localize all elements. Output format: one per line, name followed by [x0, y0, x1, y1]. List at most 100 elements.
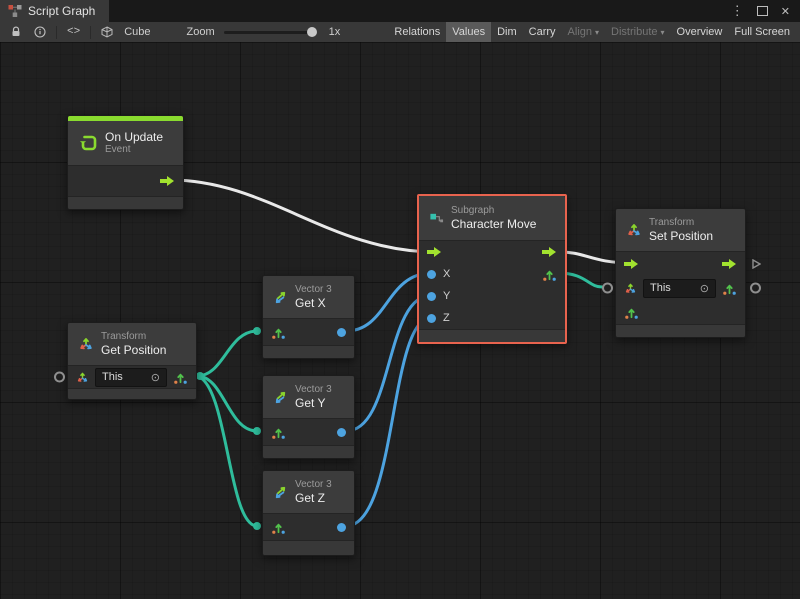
port-label-x: X [443, 268, 450, 280]
this-input-port[interactable] [602, 283, 613, 294]
node-type-label: Vector 3 [295, 479, 332, 491]
align-button[interactable]: Align▾ [562, 22, 605, 42]
flow-port-external[interactable] [751, 259, 761, 269]
node-footer [68, 197, 183, 209]
node-title: Set Position [649, 229, 713, 243]
carry-button[interactable]: Carry [523, 22, 562, 42]
node-title: Get Y [295, 396, 332, 410]
object-picker-icon[interactable]: ⊙ [151, 371, 160, 384]
y-input-port[interactable] [427, 292, 436, 301]
flow-output-port[interactable] [722, 258, 737, 270]
object-picker-icon[interactable]: ⊙ [700, 282, 709, 295]
zoom-value: 1x [324, 26, 346, 38]
vector3-input-port[interactable] [271, 325, 286, 340]
chevron-down-icon: ▾ [595, 28, 599, 37]
node-title: Get X [295, 296, 332, 310]
float-output-port[interactable] [337, 328, 346, 337]
wire-getposition-to-getx[interactable] [197, 331, 257, 376]
this-input-port[interactable] [54, 372, 65, 383]
node-set-position[interactable]: Transform Set Position [615, 208, 746, 338]
node-on-update[interactable]: On Update Event [67, 115, 184, 210]
node-type-label: Transform [649, 217, 713, 229]
node-title: On Update [105, 130, 163, 144]
node-get-y[interactable]: Vector 3 Get Y [262, 375, 355, 459]
vector3-icon [273, 290, 288, 305]
toolbar-separator [90, 26, 91, 39]
this-object-field[interactable]: This ⊙ [95, 368, 167, 387]
node-get-position[interactable]: Transform Get Position This [67, 322, 197, 400]
node-get-z[interactable]: Vector 3 Get Z [262, 470, 355, 556]
maximize-icon[interactable] [757, 6, 768, 16]
x-input-port[interactable] [427, 270, 436, 279]
target-object-label[interactable]: Cube [119, 26, 155, 38]
vector3-output-port[interactable] [173, 370, 188, 385]
window-tab-bar: Script Graph ⋮ ✕ [0, 0, 800, 22]
flow-input-port[interactable] [624, 258, 639, 270]
node-footer [419, 330, 565, 342]
info-icon[interactable] [28, 22, 52, 42]
lock-icon[interactable] [4, 22, 28, 42]
vector3-input-port[interactable] [271, 520, 286, 535]
node-title: Character Move [451, 217, 536, 231]
distribute-button[interactable]: Distribute▾ [605, 22, 670, 42]
wire-getposition-to-getz[interactable] [197, 376, 257, 526]
flow-output-port[interactable] [542, 246, 557, 258]
overview-button[interactable]: Overview [671, 22, 729, 42]
chevron-down-icon: ▾ [661, 28, 665, 37]
node-title: Get Position [101, 343, 166, 357]
z-input-port[interactable] [427, 314, 436, 323]
tab-script-graph[interactable]: Script Graph [0, 0, 109, 22]
value-port-external[interactable] [750, 283, 761, 294]
node-footer [263, 446, 354, 458]
vector3-icon [273, 485, 288, 500]
relations-button[interactable]: Relations [388, 22, 446, 42]
node-footer [263, 541, 354, 555]
node-footer [263, 346, 354, 358]
dim-button[interactable]: Dim [491, 22, 523, 42]
transform-output-port[interactable] [722, 281, 737, 296]
code-preview-icon[interactable]: <> [61, 22, 86, 42]
node-footer [68, 389, 196, 399]
port-label-z: Z [443, 312, 450, 324]
subgraph-icon [429, 211, 444, 226]
node-type-label: Vector 3 [295, 284, 332, 296]
script-graph-icon [8, 4, 22, 18]
float-output-port[interactable] [337, 428, 346, 437]
float-output-port[interactable] [337, 523, 346, 532]
vector3-output-port[interactable] [542, 267, 557, 282]
vector3-input-port[interactable] [271, 425, 286, 440]
node-character-move[interactable]: Subgraph Character Move X [417, 194, 567, 344]
vector3-icon [273, 390, 288, 405]
full-screen-button[interactable]: Full Screen [728, 22, 796, 42]
vector3-input-port[interactable] [624, 305, 639, 320]
node-get-x[interactable]: Vector 3 Get X [262, 275, 355, 359]
toolbar-separator [56, 26, 57, 39]
node-type-label: Subgraph [451, 205, 536, 217]
flow-output-port[interactable] [160, 175, 175, 187]
on-update-loop-icon [78, 133, 98, 153]
transform-gizmo-icon [78, 336, 94, 352]
wire-getz-to-charactermove-z[interactable] [346, 317, 432, 526]
this-object-field[interactable]: This ⊙ [643, 279, 716, 298]
node-type-label: Transform [101, 331, 166, 343]
zoom-slider-thumb[interactable] [307, 27, 317, 37]
values-button[interactable]: Values [446, 22, 491, 42]
wire-flow-onupdate-to-charactermove[interactable] [170, 180, 436, 252]
cube-object-icon [95, 22, 119, 42]
node-title: Get Z [295, 491, 332, 505]
window-menu-icon[interactable]: ⋮ [731, 3, 744, 19]
zoom-label: Zoom [182, 26, 220, 38]
transform-gizmo-icon [624, 282, 637, 295]
zoom-slider[interactable] [224, 31, 316, 34]
transform-gizmo-icon [626, 222, 642, 238]
close-icon[interactable]: ✕ [781, 5, 790, 18]
flow-input-port[interactable] [427, 246, 442, 258]
graph-toolbar: <> Cube Zoom 1x Relations Values Dim Car… [0, 22, 800, 43]
node-type-label: Event [105, 144, 163, 156]
graph-canvas[interactable]: On Update Event [0, 42, 800, 599]
node-type-label: Vector 3 [295, 384, 332, 396]
tab-title: Script Graph [28, 4, 95, 18]
tab-bar-spacer [109, 0, 730, 22]
transform-gizmo-icon [76, 371, 89, 384]
node-footer [616, 325, 745, 337]
